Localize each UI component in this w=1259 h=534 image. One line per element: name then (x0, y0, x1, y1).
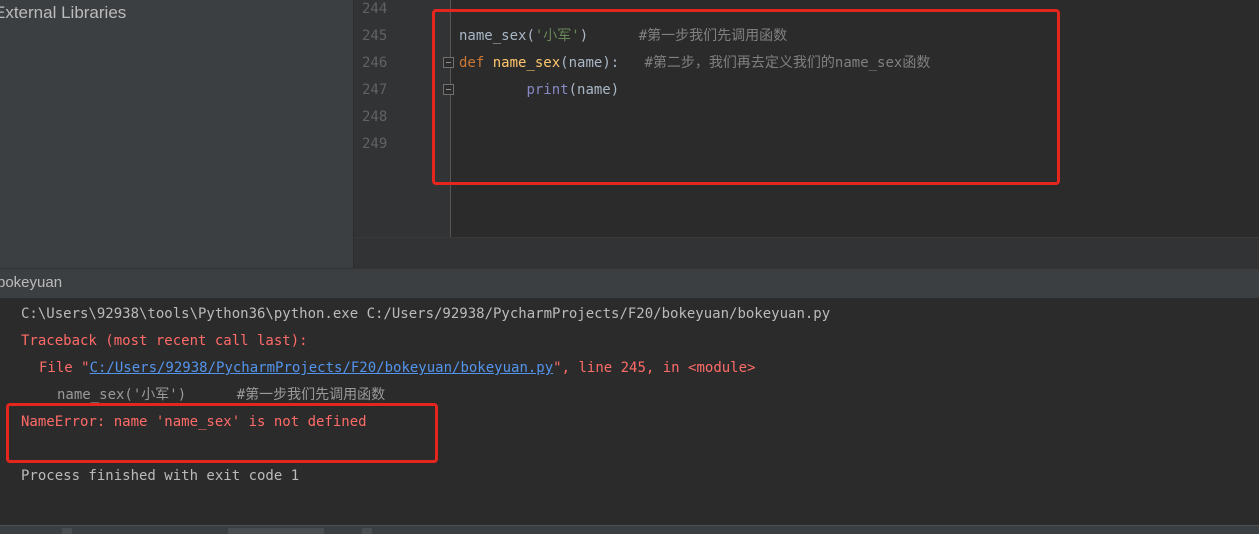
line-number: 244 (362, 1, 388, 17)
console-traceback: Traceback (most recent call last): (21, 333, 308, 349)
status-tab[interactable] (362, 528, 372, 534)
project-sidebar: External Libraries (0, 0, 353, 268)
file-link[interactable]: C:/Users/92938/PycharmProjects/F20/bokey… (90, 360, 554, 376)
status-tab[interactable] (228, 528, 324, 534)
console-command: C:\Users\92938\tools\Python36\python.exe… (21, 306, 831, 322)
file-suffix: ", line 245, in <module> (553, 360, 756, 376)
sidebar-item-external-libraries[interactable]: External Libraries (0, 3, 126, 23)
console-file-line: File "C:/Users/92938/PycharmProjects/F20… (39, 355, 755, 382)
line-number: 247 (362, 82, 388, 98)
editor-bottom-area (354, 237, 1259, 269)
run-panel-header: bokeyuan (0, 269, 1259, 298)
status-tab[interactable] (62, 528, 72, 534)
highlight-box-error (6, 403, 438, 463)
console-exit: Process finished with exit code 1 (21, 468, 300, 484)
highlight-box-code (432, 9, 1060, 185)
file-prefix: File " (39, 360, 90, 376)
run-config-title[interactable]: bokeyuan (0, 274, 62, 291)
line-number: 245 (362, 28, 388, 44)
line-number: 249 (362, 136, 388, 152)
line-number: 246 (362, 55, 388, 71)
line-number: 248 (362, 109, 388, 125)
